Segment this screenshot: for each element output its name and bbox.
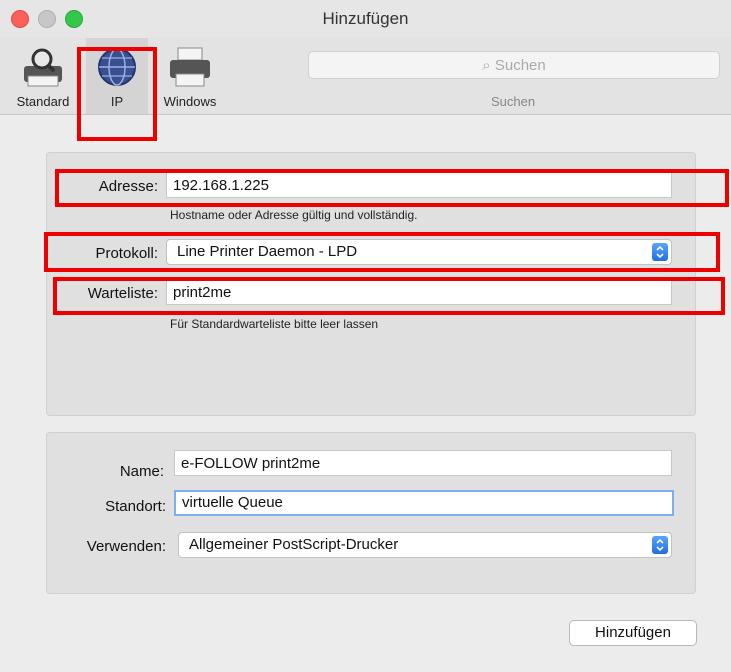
search-icon: ⌕ xyxy=(482,57,491,74)
printer-icon xyxy=(166,46,214,93)
driver-value: Allgemeiner PostScript-Drucker xyxy=(189,536,399,553)
search-input[interactable]: ⌕ Suchen xyxy=(308,51,720,79)
driver-select[interactable]: Allgemeiner PostScript-Drucker xyxy=(178,532,672,558)
location-label: Standort: xyxy=(105,498,166,515)
tab-label: Windows xyxy=(163,94,217,109)
window-title: Hinzufügen xyxy=(322,9,409,28)
protocol-highlight xyxy=(44,232,720,272)
address-highlight xyxy=(55,169,729,207)
add-printer-window: Hinzufügen Standard IP Windows ⌕ Suchen … xyxy=(0,0,731,672)
name-label: Name: xyxy=(119,463,164,480)
use-label: Verwenden: xyxy=(86,538,166,555)
printer-search-icon xyxy=(20,46,66,95)
tab-windows[interactable]: Windows xyxy=(148,38,232,114)
queue-highlight xyxy=(53,277,725,315)
search-placeholder: ⌕ Suchen xyxy=(482,57,546,74)
chevron-updown-icon xyxy=(652,536,668,554)
location-field[interactable]: virtuelle Queue xyxy=(174,490,674,516)
add-button[interactable]: Hinzufügen xyxy=(569,620,697,646)
tab-standard[interactable]: Standard xyxy=(0,38,86,114)
queue-hint: Für Standardwarteliste bitte leer lassen xyxy=(170,317,379,331)
tab-label: Standard xyxy=(16,94,70,109)
name-field[interactable]: e-FOLLOW print2me xyxy=(174,450,672,476)
title-bar: Hinzufügen xyxy=(0,0,731,38)
search-caption: Suchen xyxy=(490,94,536,109)
address-hint: Hostname oder Adresse gültig und vollstä… xyxy=(170,208,418,222)
ip-tab-highlight xyxy=(77,47,157,141)
